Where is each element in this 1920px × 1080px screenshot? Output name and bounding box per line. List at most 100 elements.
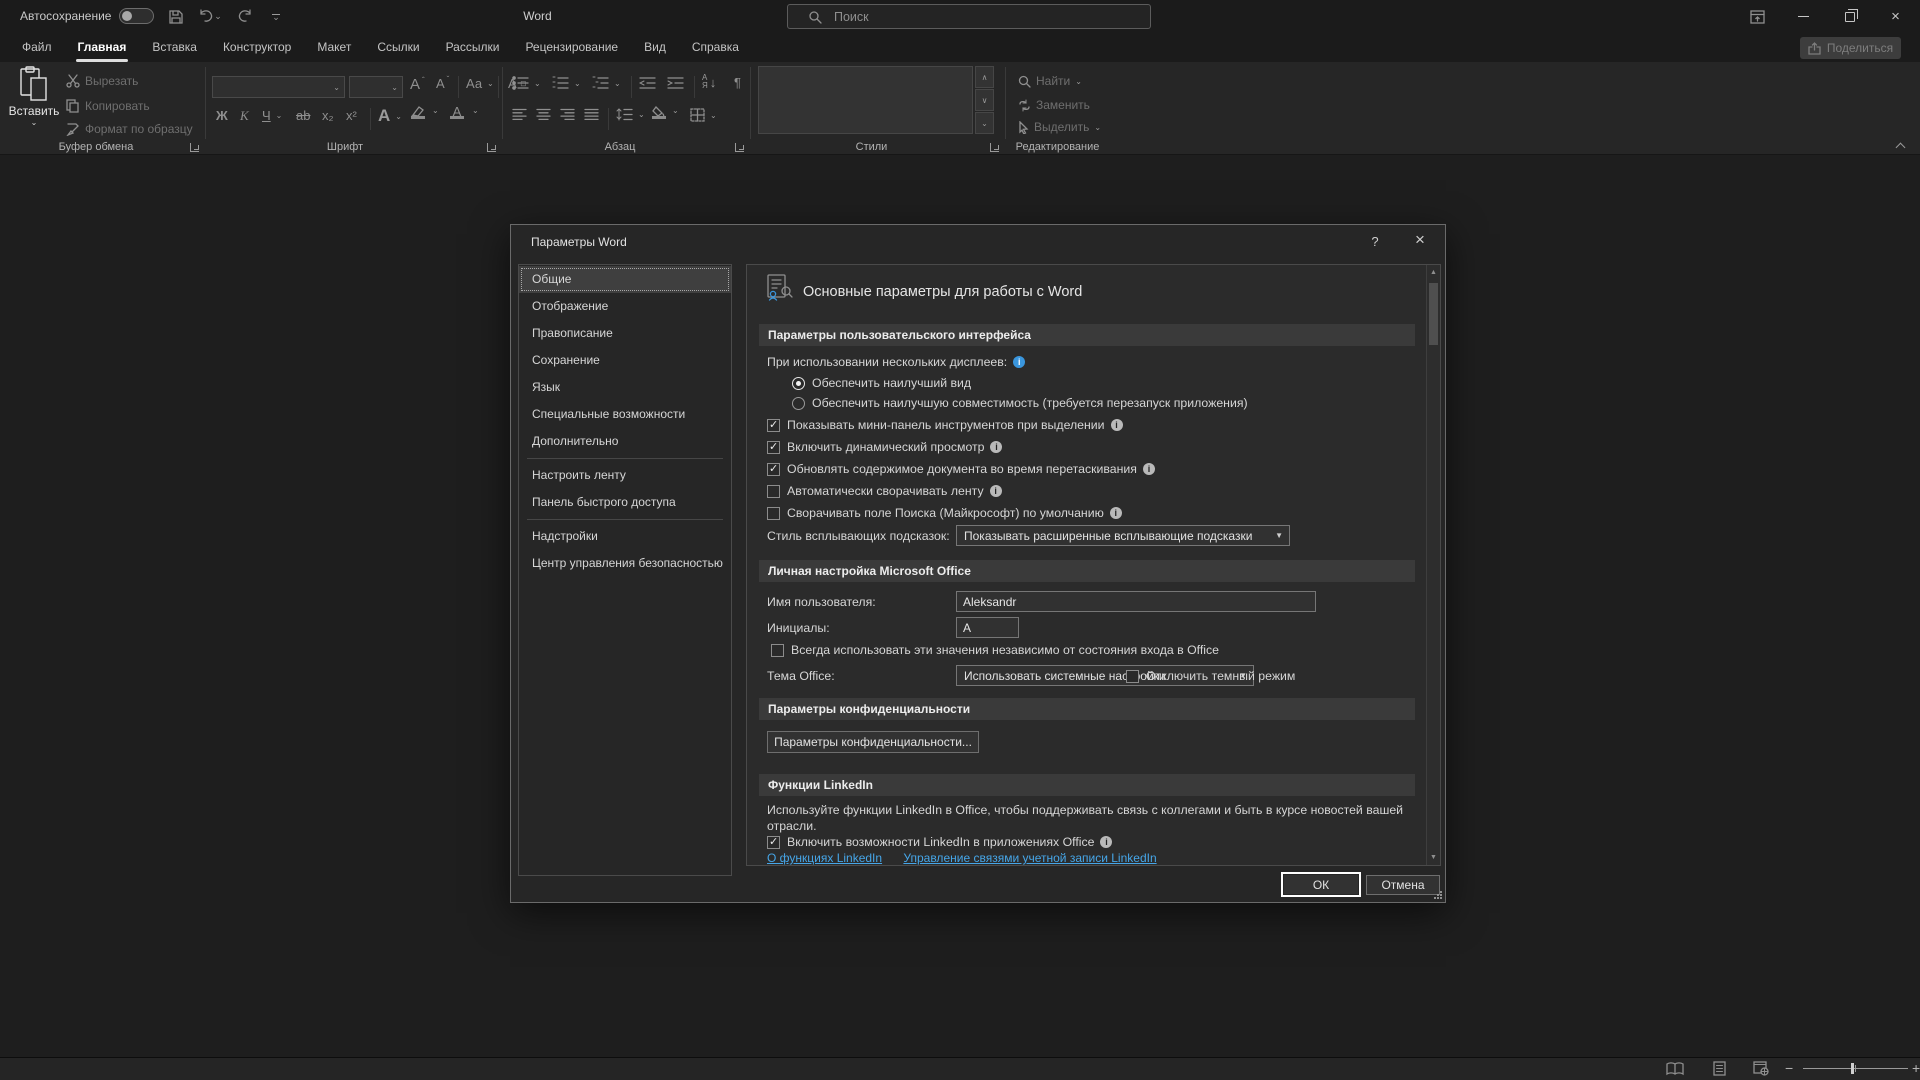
privacy-settings-button[interactable]: Параметры конфиденциальности... [767, 731, 979, 753]
highlight-chevron[interactable]: ⌄ [432, 106, 439, 115]
sidebar-item-proofing[interactable]: Правописание [519, 320, 731, 347]
text-effects-button[interactable]: А⌄ [378, 106, 402, 126]
strikethrough-button[interactable]: ab [296, 108, 310, 123]
checkbox-live-preview[interactable]: Включить динамический просмотр i [767, 439, 1002, 455]
info-icon[interactable]: i [1111, 419, 1123, 431]
shading-chevron[interactable]: ⌄ [672, 106, 679, 115]
font-dialog-launcher[interactable] [487, 143, 496, 152]
checkbox-enable-linkedin[interactable]: Включить возможности LinkedIn в приложен… [767, 834, 1112, 850]
checkbox-mini-toolbar[interactable]: Показывать мини-панель инструментов при … [767, 417, 1123, 433]
checkbox-collapse-search[interactable]: Сворачивать поле Поиска (Майкрософт) по … [767, 505, 1122, 521]
collapse-ribbon-button[interactable] [1897, 142, 1905, 150]
font-color-button[interactable]: А [450, 106, 464, 119]
sidebar-item-save[interactable]: Сохранение [519, 347, 731, 374]
align-left-button[interactable] [512, 108, 527, 121]
sidebar-item-add-ins[interactable]: Надстройки [519, 523, 731, 550]
content-scrollbar[interactable]: ▲ ▼ [1426, 265, 1440, 865]
sidebar-item-quick-access-toolbar[interactable]: Панель быстрого доступа [519, 489, 731, 516]
info-icon[interactable]: i [990, 485, 1002, 497]
grow-font-button[interactable]: Аˆ [410, 76, 425, 93]
copy-button[interactable]: Копировать [66, 99, 150, 113]
tooltip-style-dropdown[interactable]: Показывать расширенные всплывающие подск… [956, 525, 1290, 546]
info-icon[interactable]: i [1110, 507, 1122, 519]
save-button[interactable] [162, 4, 190, 29]
cancel-button[interactable]: Отмена [1366, 875, 1440, 895]
increase-indent-button[interactable] [667, 76, 684, 90]
about-linkedin-link[interactable]: О функциях LinkedIn [767, 851, 882, 865]
justify-button[interactable] [584, 108, 599, 121]
sidebar-item-general[interactable]: Общие [519, 266, 731, 293]
find-button[interactable]: Найти ⌄ [1018, 74, 1082, 88]
select-button[interactable]: Выделить ⌄ [1018, 120, 1101, 134]
styles-gallery[interactable] [758, 66, 973, 134]
zoom-slider-handle[interactable] [1851, 1063, 1854, 1074]
sidebar-item-advanced[interactable]: Дополнительно [519, 428, 731, 455]
tab-design[interactable]: Конструктор [210, 33, 304, 62]
show-formatting-marks-button[interactable]: ¶ [734, 75, 741, 90]
initials-field[interactable] [956, 617, 1019, 638]
web-layout-button[interactable] [1748, 1060, 1774, 1077]
font-name-combo[interactable]: ⌄ [212, 76, 345, 98]
numbered-list-button[interactable]: ⌄ [552, 76, 581, 90]
sidebar-item-display[interactable]: Отображение [519, 293, 731, 320]
help-icon[interactable]: ? [1366, 234, 1384, 249]
line-spacing-button[interactable]: ⌄ [616, 108, 645, 121]
change-case-button[interactable]: Аа⌄ [466, 76, 494, 91]
styles-scroll-down-button[interactable]: ∨ [975, 89, 994, 111]
info-icon[interactable]: i [1143, 463, 1155, 475]
sidebar-item-trust-center[interactable]: Центр управления безопасностью [519, 550, 731, 577]
shading-button[interactable] [652, 106, 666, 119]
scrollbar-thumb[interactable] [1429, 283, 1438, 345]
tab-review[interactable]: Рецензирование [512, 33, 631, 62]
checkbox-always-use-values[interactable]: Всегда использовать эти значения независ… [771, 642, 1219, 658]
paragraph-dialog-launcher[interactable] [735, 143, 744, 152]
radio-compatibility[interactable]: Обеспечить наилучшую совместимость (треб… [792, 395, 1248, 411]
italic-button[interactable]: К [240, 108, 249, 124]
tab-help[interactable]: Справка [679, 33, 752, 62]
info-icon[interactable]: i [1100, 836, 1112, 848]
align-right-button[interactable] [560, 108, 575, 121]
underline-button[interactable]: Ч⌄ [262, 108, 282, 123]
checkbox-update-while-drag[interactable]: Обновлять содержимое документа во время … [767, 461, 1155, 477]
superscript-button[interactable]: x² [346, 108, 357, 123]
zoom-in-button[interactable]: + [1912, 1060, 1920, 1076]
customize-quick-access-button[interactable]: ⌄ [262, 4, 290, 29]
tab-layout[interactable]: Макет [304, 33, 364, 62]
sidebar-item-accessibility[interactable]: Специальные возможности [519, 401, 731, 428]
info-icon[interactable]: i [990, 441, 1002, 453]
checkbox-auto-collapse-ribbon[interactable]: Автоматически сворачивать ленту i [767, 483, 1002, 499]
tab-mailings[interactable]: Рассылки [433, 33, 513, 62]
checkbox-disable-dark-mode[interactable]: Отключить темный режим [1126, 668, 1295, 684]
zoom-out-button[interactable]: − [1785, 1060, 1793, 1076]
tab-references[interactable]: Ссылки [364, 33, 432, 62]
resize-grip[interactable] [1433, 890, 1442, 899]
shrink-font-button[interactable]: Аˇ [436, 76, 449, 91]
styles-scroll-up-button[interactable]: ∧ [975, 66, 994, 88]
print-layout-button[interactable] [1706, 1060, 1732, 1077]
paste-button[interactable]: Вставить ⌄ [8, 66, 60, 142]
tab-file[interactable]: Файл [9, 33, 65, 62]
search-box[interactable]: Поиск [787, 4, 1151, 29]
styles-more-button[interactable]: ⌄ [975, 112, 994, 134]
clipboard-dialog-launcher[interactable] [190, 143, 199, 152]
borders-button[interactable]: ⌄ [690, 108, 717, 122]
autosave-toggle[interactable] [119, 8, 154, 24]
sidebar-item-language[interactable]: Язык [519, 374, 731, 401]
minimize-button[interactable] [1781, 0, 1826, 33]
scroll-down-arrow[interactable]: ▼ [1427, 850, 1440, 865]
cut-button[interactable]: Вырезать [66, 74, 138, 88]
format-painter-button[interactable]: Формат по образцу [66, 122, 193, 136]
font-color-chevron[interactable]: ⌄ [472, 106, 479, 115]
bold-button[interactable]: Ж [216, 108, 228, 123]
scroll-up-arrow[interactable]: ▲ [1427, 265, 1440, 280]
close-window-button[interactable]: × [1873, 0, 1918, 33]
replace-button[interactable]: Заменить [1018, 98, 1090, 112]
tab-home[interactable]: Главная [65, 33, 140, 62]
radio-best-view[interactable]: Обеспечить наилучший вид [792, 375, 971, 391]
tab-insert[interactable]: Вставка [139, 33, 210, 62]
restore-button[interactable] [1827, 0, 1872, 33]
close-icon[interactable]: × [1408, 230, 1432, 250]
subscript-button[interactable]: x₂ [322, 108, 334, 123]
manage-linkedin-link[interactable]: Управление связями учетной записи Linked… [903, 851, 1156, 865]
tab-view[interactable]: Вид [631, 33, 679, 62]
